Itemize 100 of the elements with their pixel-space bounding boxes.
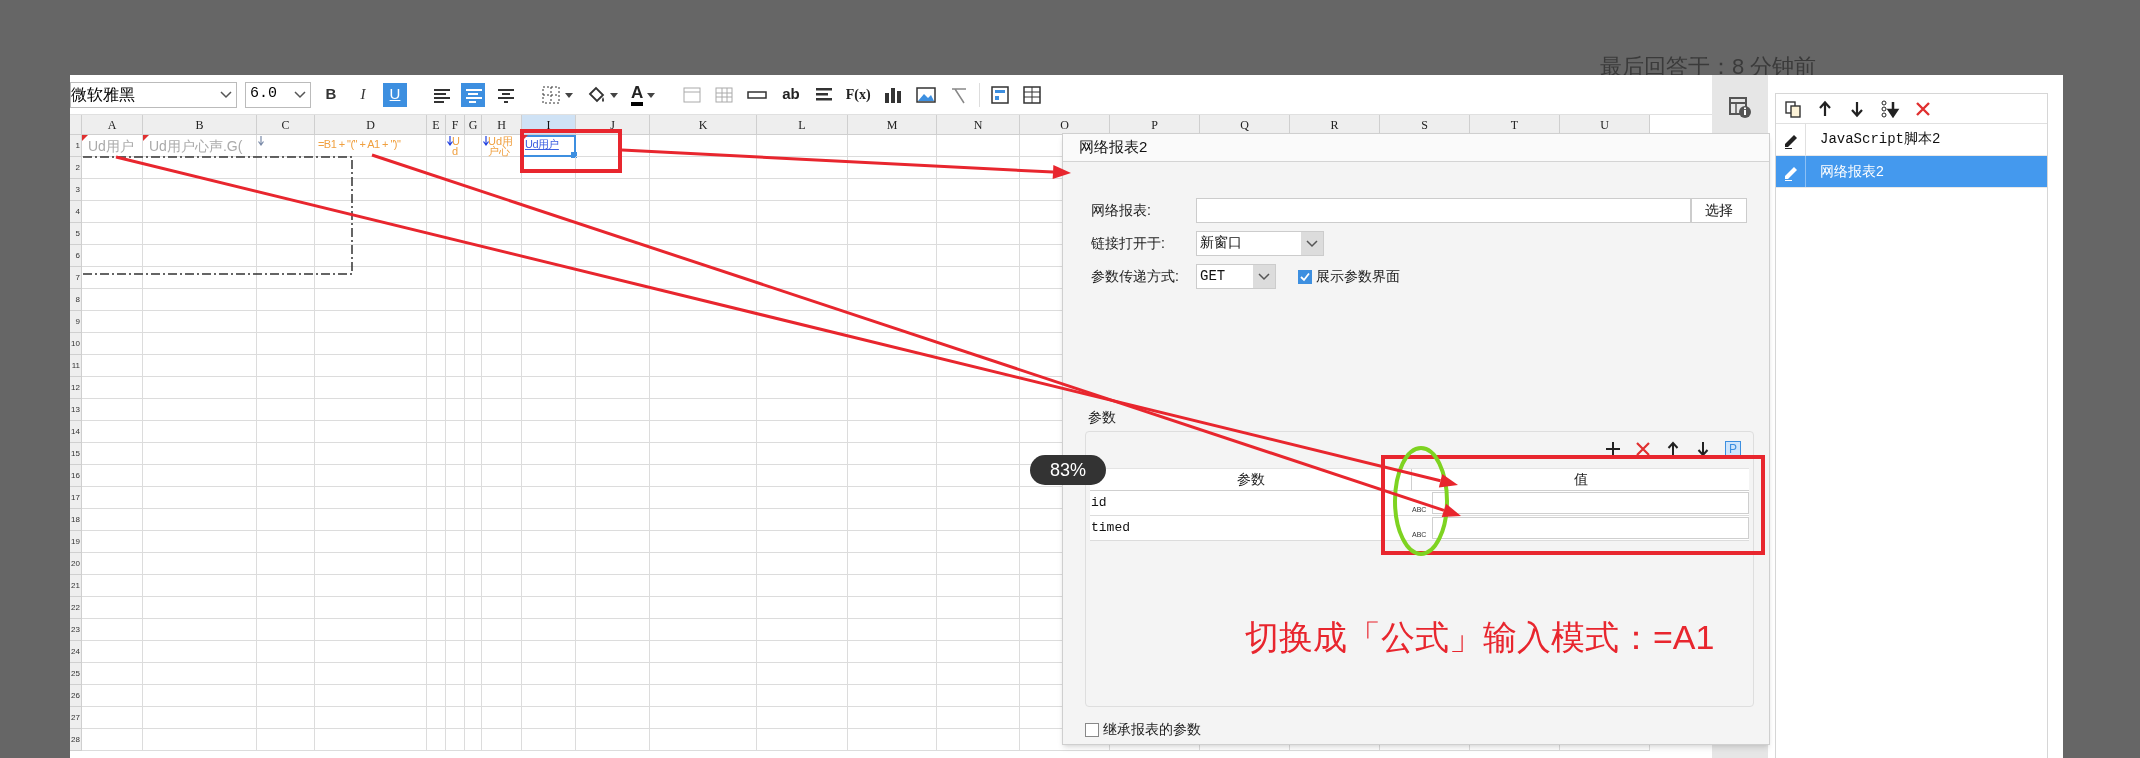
- grid-cell[interactable]: [427, 201, 446, 223]
- row-number[interactable]: 25: [70, 663, 82, 685]
- grid-cell[interactable]: [848, 641, 937, 663]
- grid-cell[interactable]: [576, 333, 650, 355]
- grid-cell[interactable]: [446, 619, 465, 641]
- column-header[interactable]: B: [143, 115, 257, 135]
- grid-cell[interactable]: [757, 179, 848, 201]
- grid-cell[interactable]: [848, 245, 937, 267]
- grid-cell[interactable]: [465, 663, 482, 685]
- grid-cell[interactable]: [82, 553, 143, 575]
- grid-cell[interactable]: [650, 729, 757, 751]
- grid-cell[interactable]: [482, 333, 522, 355]
- grid-cell[interactable]: [650, 619, 757, 641]
- grid-cell[interactable]: [82, 531, 143, 553]
- grid-cell[interactable]: [257, 421, 315, 443]
- grid-cell[interactable]: [650, 399, 757, 421]
- grid-cell[interactable]: [522, 509, 576, 531]
- delete-button[interactable]: [1635, 441, 1651, 457]
- grid-cell[interactable]: [757, 399, 848, 421]
- grid-cell[interactable]: [482, 641, 522, 663]
- grid-cell[interactable]: [848, 465, 937, 487]
- grid-cell[interactable]: [482, 487, 522, 509]
- grid-cell[interactable]: [427, 333, 446, 355]
- grid-cell[interactable]: [522, 487, 576, 509]
- choose-button[interactable]: 选择: [1691, 198, 1747, 223]
- grid-cell[interactable]: [650, 553, 757, 575]
- grid-cell[interactable]: [143, 465, 257, 487]
- grid-cell[interactable]: [576, 641, 650, 663]
- grid-cell[interactable]: [482, 509, 522, 531]
- grid-cell[interactable]: [257, 641, 315, 663]
- row-number[interactable]: 9: [70, 311, 82, 333]
- grid-cell[interactable]: [143, 223, 257, 245]
- grid-cell[interactable]: [465, 311, 482, 333]
- grid-cell[interactable]: [848, 399, 937, 421]
- grid-cell[interactable]: [522, 597, 576, 619]
- grid-cell[interactable]: [446, 201, 465, 223]
- row-number[interactable]: 17: [70, 487, 82, 509]
- grid-cell[interactable]: [82, 641, 143, 663]
- grid-cell[interactable]: [465, 707, 482, 729]
- grid-cell[interactable]: [446, 157, 465, 179]
- grid-cell[interactable]: [757, 377, 848, 399]
- grid-cell[interactable]: [848, 685, 937, 707]
- grid-cell[interactable]: [257, 729, 315, 751]
- row-number[interactable]: 14: [70, 421, 82, 443]
- grid-cell[interactable]: [757, 487, 848, 509]
- grid-cell[interactable]: [465, 531, 482, 553]
- grid-cell[interactable]: [937, 289, 1020, 311]
- grid-cell[interactable]: [465, 575, 482, 597]
- row-number[interactable]: 11: [70, 355, 82, 377]
- font-color-button[interactable]: A: [629, 81, 659, 108]
- grid-cell[interactable]: [446, 421, 465, 443]
- grid-cell[interactable]: [427, 135, 446, 157]
- grid-cell[interactable]: [848, 487, 937, 509]
- event-list-item[interactable]: JavaScript脚本2: [1776, 124, 2047, 156]
- grid-cell[interactable]: [315, 685, 427, 707]
- grid-cell[interactable]: [465, 421, 482, 443]
- row-number[interactable]: 6: [70, 245, 82, 267]
- grid-cell[interactable]: [257, 355, 315, 377]
- grid-cell[interactable]: [82, 223, 143, 245]
- grid-cell[interactable]: [315, 311, 427, 333]
- grid-cell[interactable]: [82, 399, 143, 421]
- grid-cell[interactable]: [482, 355, 522, 377]
- grid-cell[interactable]: [522, 531, 576, 553]
- grid-cell[interactable]: [446, 377, 465, 399]
- grid-cell[interactable]: [143, 553, 257, 575]
- grid-cell[interactable]: [465, 355, 482, 377]
- grid-cell[interactable]: [937, 135, 1020, 157]
- grid-cell[interactable]: [576, 443, 650, 465]
- grid-cell[interactable]: [848, 575, 937, 597]
- column-header[interactable]: R: [1290, 115, 1380, 135]
- grid-cell[interactable]: [315, 553, 427, 575]
- grid-cell[interactable]: [257, 333, 315, 355]
- grid-cell[interactable]: [446, 333, 465, 355]
- grid-cell[interactable]: [937, 663, 1020, 685]
- grid-cell[interactable]: [446, 685, 465, 707]
- grid-cell[interactable]: [757, 267, 848, 289]
- grid-cell[interactable]: [143, 707, 257, 729]
- grid-cell[interactable]: [650, 333, 757, 355]
- row-number[interactable]: 18: [70, 509, 82, 531]
- grid-cell[interactable]: [143, 201, 257, 223]
- grid-cell[interactable]: [465, 333, 482, 355]
- grid-cell[interactable]: [650, 597, 757, 619]
- grid-cell[interactable]: [143, 443, 257, 465]
- grid-cell[interactable]: [446, 597, 465, 619]
- column-header[interactable]: S: [1380, 115, 1470, 135]
- grid-cell[interactable]: [315, 333, 427, 355]
- grid-cell[interactable]: [446, 553, 465, 575]
- grid-cell[interactable]: [465, 179, 482, 201]
- grid-cell[interactable]: [522, 245, 576, 267]
- grid-cell[interactable]: [257, 531, 315, 553]
- grid-cell[interactable]: [937, 245, 1020, 267]
- grid-cell[interactable]: [315, 531, 427, 553]
- column-header[interactable]: A: [82, 115, 143, 135]
- grid-cell[interactable]: [650, 575, 757, 597]
- grid-cell[interactable]: [257, 575, 315, 597]
- grid-cell[interactable]: [82, 465, 143, 487]
- grid-cell[interactable]: [937, 553, 1020, 575]
- bold-button[interactable]: B: [319, 82, 343, 107]
- grid-cell[interactable]: [465, 223, 482, 245]
- grid-cell[interactable]: [82, 707, 143, 729]
